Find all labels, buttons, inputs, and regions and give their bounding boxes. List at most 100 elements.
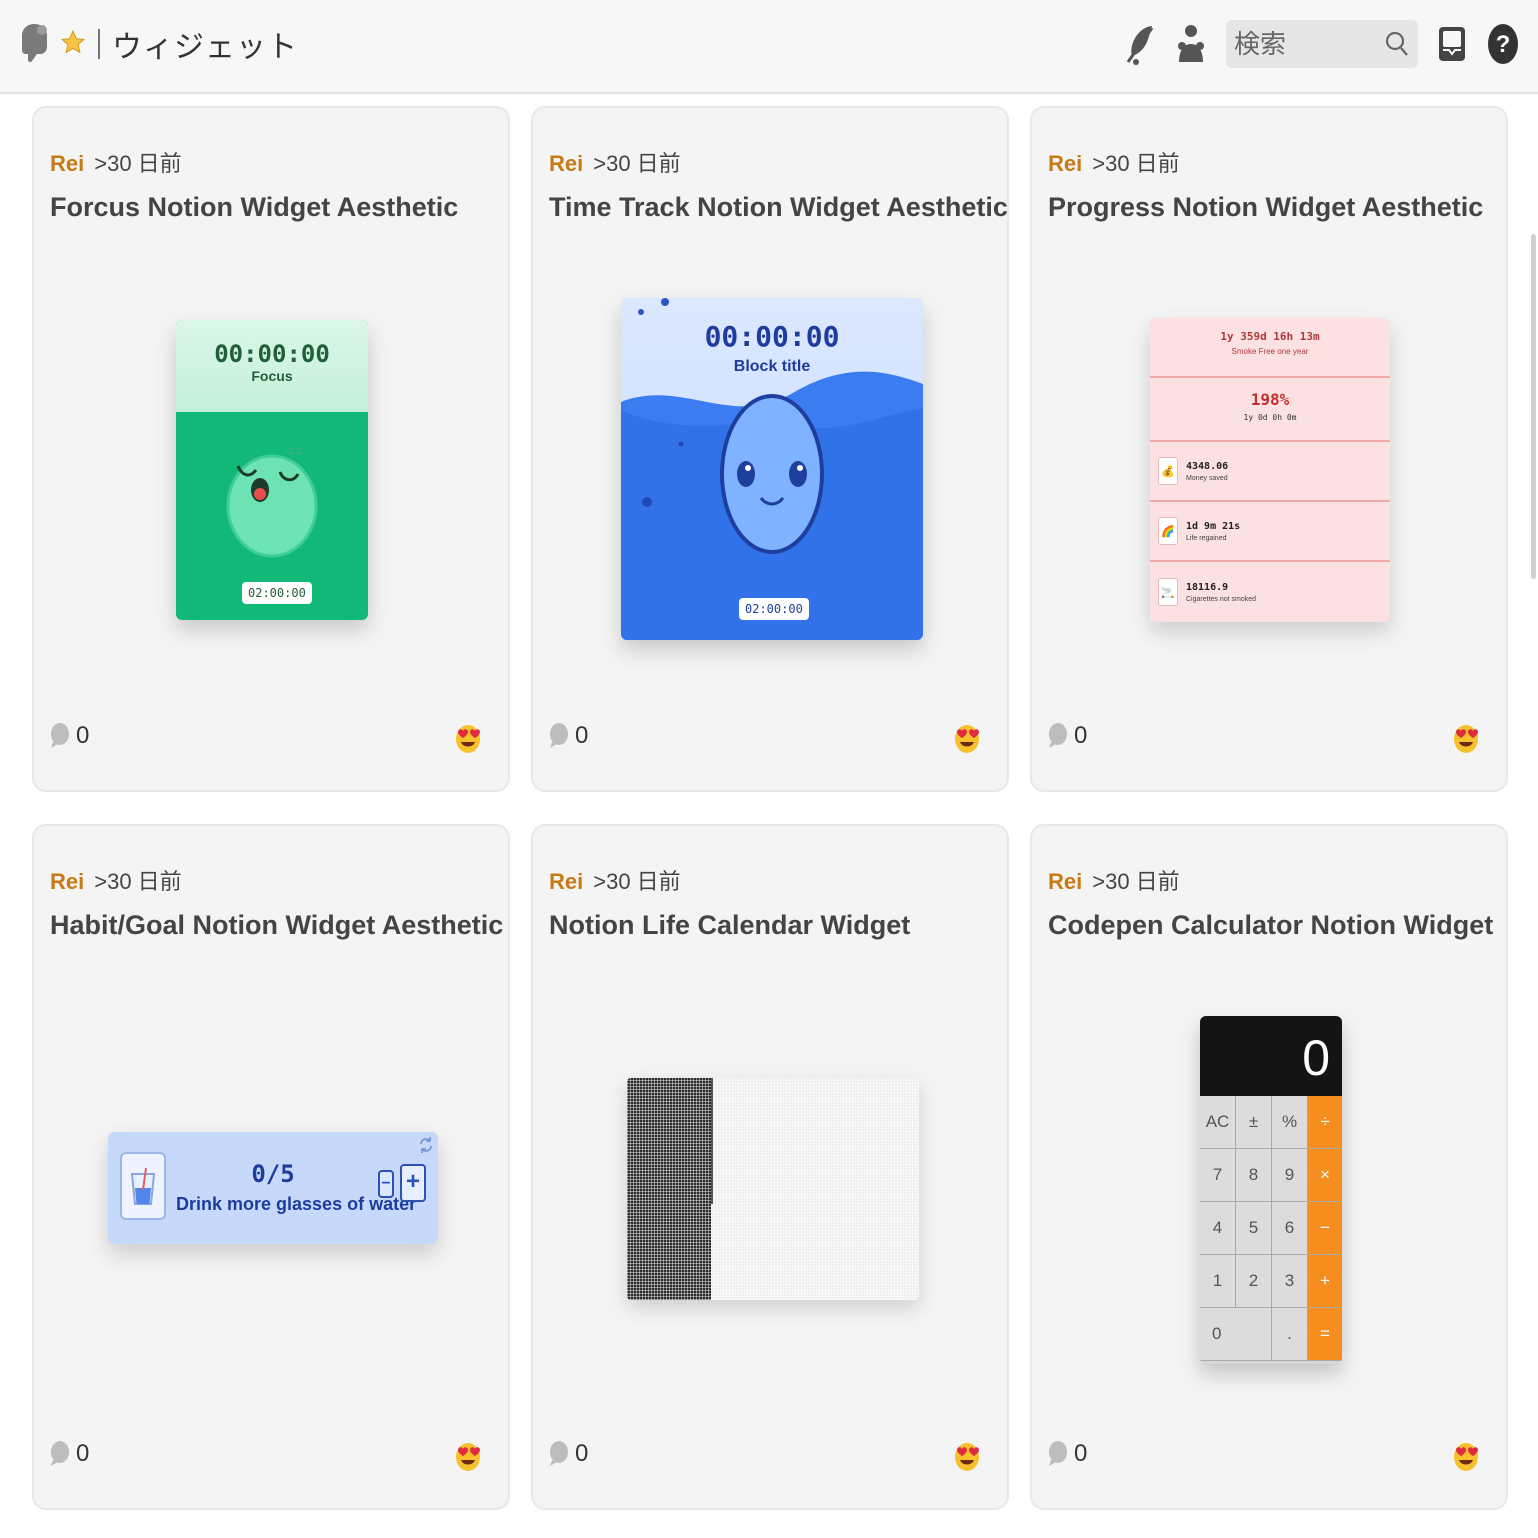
calc-key[interactable]: 2 <box>1236 1255 1272 1308</box>
calc-key[interactable]: ÷ <box>1308 1096 1342 1149</box>
increment-button[interactable]: + <box>400 1164 426 1202</box>
comment-count[interactable]: 0 <box>1048 1440 1087 1468</box>
widget-card[interactable]: Rei >30 日前 Notion Life Calendar Widget 0 <box>531 824 1009 1510</box>
progress-duration: 1y 359d 16h 13m <box>1220 330 1320 343</box>
card-title[interactable]: Habit/Goal Notion Widget Aesthetic <box>50 910 503 941</box>
widget-card[interactable]: Rei >30 日前 Codepen Calculator Notion Wid… <box>1030 824 1508 1510</box>
author-link[interactable]: Rei <box>50 869 84 895</box>
card-title[interactable]: Codepen Calculator Notion Widget <box>1048 910 1493 941</box>
card-footer: 0 <box>549 1440 981 1474</box>
comment-count[interactable]: 0 <box>50 722 89 750</box>
stat-value: 4348.06 <box>1186 460 1229 472</box>
water-widget-thumbnail[interactable]: 00:00:00 Block title 02:00:00 <box>621 298 923 640</box>
refresh-icon[interactable] <box>418 1136 434 1154</box>
heart-eyes-reaction-icon[interactable] <box>1452 1440 1480 1477</box>
comment-count[interactable]: 0 <box>549 722 588 750</box>
members-icon[interactable] <box>1174 22 1208 66</box>
card-title[interactable]: Time Track Notion Widget Aesthetic <box>549 192 1008 223</box>
widget-card[interactable]: Rei >30 日前 Forcus Notion Widget Aestheti… <box>32 106 510 792</box>
search-input[interactable] <box>1226 20 1386 68</box>
calc-key[interactable]: × <box>1308 1149 1342 1202</box>
card-title[interactable]: Forcus Notion Widget Aesthetic <box>50 192 458 223</box>
water-timer-button[interactable]: 02:00:00 <box>739 598 809 620</box>
card-footer: 0 <box>1048 1440 1480 1474</box>
card-meta: Rei >30 日前 <box>50 864 182 896</box>
money-bag-icon: 💰 <box>1158 457 1178 485</box>
help-icon[interactable]: ? <box>1486 22 1520 66</box>
comment-bubble-icon <box>51 1441 69 1466</box>
calc-key[interactable]: 7 <box>1200 1149 1236 1202</box>
comment-count-value: 0 <box>575 722 589 749</box>
search-icon[interactable] <box>1384 30 1410 63</box>
author-link[interactable]: Rei <box>50 151 84 177</box>
card-meta: Rei >30 日前 <box>1048 146 1180 178</box>
stat-row: 💰 4348.06 Money saved <box>1150 442 1390 502</box>
author-link[interactable]: Rei <box>549 151 583 177</box>
progress-percent-block: 198% 1y 0d 0h 0m <box>1150 378 1390 442</box>
mute-notifications-icon[interactable] <box>1122 22 1156 66</box>
calc-key[interactable]: % <box>1272 1096 1308 1149</box>
author-link[interactable]: Rei <box>549 869 583 895</box>
calc-key[interactable]: 0 <box>1200 1308 1272 1361</box>
heart-eyes-reaction-icon[interactable] <box>953 722 981 759</box>
calc-key[interactable]: + <box>1308 1255 1342 1308</box>
widget-card[interactable]: Rei >30 日前 Progress Notion Widget Aesthe… <box>1030 106 1508 792</box>
star-icon[interactable] <box>60 29 86 60</box>
search-box[interactable] <box>1226 20 1418 68</box>
calc-key[interactable]: 9 <box>1272 1149 1308 1202</box>
calculator-thumbnail[interactable]: 0 AC ± % ÷ 7 8 9 × 4 5 6 − 1 2 3 + 0 . = <box>1200 1016 1342 1364</box>
comment-count-value: 0 <box>1074 722 1088 749</box>
calc-key[interactable]: 5 <box>1236 1202 1272 1255</box>
progress-header: 1y 359d 16h 13m Smoke Free one year <box>1150 318 1390 378</box>
card-meta: Rei >30 日前 <box>549 864 681 896</box>
comment-count[interactable]: 0 <box>1048 722 1087 750</box>
inbox-icon[interactable] <box>1436 24 1468 64</box>
svg-text:z z: z z <box>288 446 302 457</box>
calc-key[interactable]: 1 <box>1200 1255 1236 1308</box>
calc-key[interactable]: 3 <box>1272 1255 1308 1308</box>
stat-row: 🚬 18116.9 Cigarettes not smoked <box>1150 562 1390 622</box>
card-footer: 0 <box>50 722 482 756</box>
post-time: >30 日前 <box>94 869 182 894</box>
comment-count[interactable]: 0 <box>549 1440 588 1468</box>
life-calendar-thumbnail[interactable] <box>627 1078 919 1300</box>
heart-eyes-reaction-icon[interactable] <box>454 1440 482 1477</box>
calc-key[interactable]: 4 <box>1200 1202 1236 1255</box>
calc-key[interactable]: ± <box>1236 1096 1272 1149</box>
habit-widget-thumbnail[interactable]: 0/5 Drink more glasses of water − + <box>108 1132 438 1244</box>
calculator-keypad: AC ± % ÷ 7 8 9 × 4 5 6 − 1 2 3 + 0 . = <box>1200 1096 1342 1361</box>
card-title[interactable]: Progress Notion Widget Aesthetic <box>1048 192 1483 223</box>
sleepy-blob-icon: z z <box>226 446 318 558</box>
focus-header: 00:00:00 Focus <box>176 320 368 412</box>
post-time: >30 日前 <box>1092 151 1180 176</box>
comment-count-value: 0 <box>1074 1440 1088 1467</box>
calc-key[interactable]: 6 <box>1272 1202 1308 1255</box>
widget-card[interactable]: Rei >30 日前 Time Track Notion Widget Aest… <box>531 106 1009 792</box>
heart-eyes-reaction-icon[interactable] <box>454 722 482 759</box>
calc-key[interactable]: . <box>1272 1308 1308 1361</box>
comment-bubble-icon <box>550 1441 568 1466</box>
calc-key[interactable]: AC <box>1200 1096 1236 1149</box>
widget-card[interactable]: Rei >30 日前 Habit/Goal Notion Widget Aest… <box>32 824 510 1510</box>
post-time: >30 日前 <box>593 869 681 894</box>
heart-eyes-reaction-icon[interactable] <box>1452 722 1480 759</box>
stat-label: Life regained <box>1186 534 1227 542</box>
decrement-button[interactable]: − <box>378 1170 394 1198</box>
calc-key[interactable]: − <box>1308 1202 1342 1255</box>
scrollbar[interactable] <box>1531 234 1536 579</box>
author-link[interactable]: Rei <box>1048 151 1082 177</box>
card-meta: Rei >30 日前 <box>549 146 681 178</box>
comment-count-value: 0 <box>575 1440 589 1467</box>
focus-widget-thumbnail[interactable]: 00:00:00 Focus z z 02:00:00 <box>176 320 368 620</box>
focus-timer-button[interactable]: 02:00:00 <box>242 582 312 604</box>
card-title[interactable]: Notion Life Calendar Widget <box>549 910 910 941</box>
comment-count[interactable]: 0 <box>50 1440 89 1468</box>
workspace-icon[interactable] <box>20 20 52 69</box>
progress-widget-thumbnail[interactable]: 1y 359d 16h 13m Smoke Free one year 198%… <box>1150 318 1390 622</box>
calc-key[interactable]: 8 <box>1236 1149 1272 1202</box>
heart-eyes-reaction-icon[interactable] <box>953 1440 981 1477</box>
rainbow-icon: 🌈 <box>1158 517 1178 545</box>
author-link[interactable]: Rei <box>1048 869 1082 895</box>
water-time: 00:00:00 <box>704 320 840 353</box>
calc-key[interactable]: = <box>1308 1308 1342 1361</box>
